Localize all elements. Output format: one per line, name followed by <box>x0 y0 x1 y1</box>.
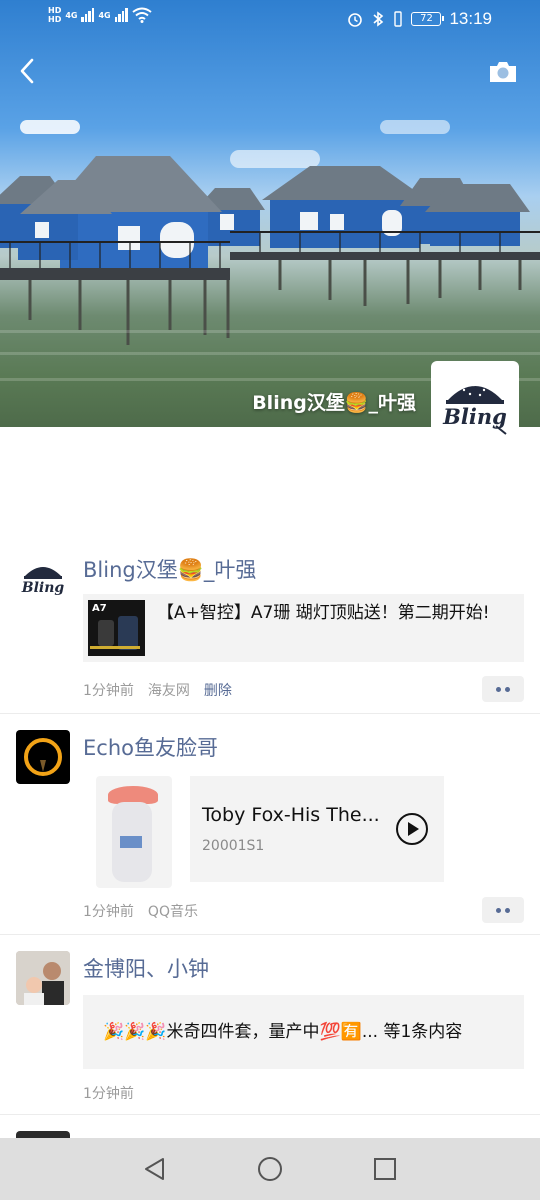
shared-content-text: 🎉🎉🎉米奇四件套，量产中💯🈶... 等1条内容 <box>103 1022 463 1042</box>
post-author[interactable]: Bling汉堡🍔_叶强 <box>83 554 256 584</box>
link-thumbnail: A7 <box>88 600 145 656</box>
nav-back-icon[interactable] <box>141 1155 169 1183</box>
hd-indicators: HD HD <box>48 6 61 24</box>
hd-indicator: HD <box>48 15 62 24</box>
post-time: 1分钟前 <box>83 904 134 920</box>
nav-recents-icon[interactable] <box>371 1155 399 1183</box>
post-author[interactable]: Echo鱼友脸哥 <box>83 732 218 762</box>
moments-feed: Bling Bling汉堡🍔_叶强 A7 【A+智控】A7珊 瑚灯顶贴送！第二期… <box>0 540 540 1155</box>
avatar[interactable] <box>16 951 70 1005</box>
family-photo-avatar <box>16 951 70 1005</box>
hd-indicator: HD <box>48 6 62 15</box>
link-title: 【A+智控】A7珊 瑚灯顶贴送！第二期开始! <box>157 603 490 623</box>
eclipse-avatar-image <box>24 738 62 776</box>
bluetooth-icon <box>373 11 384 27</box>
back-icon[interactable] <box>14 56 44 86</box>
avatar[interactable]: Bling <box>16 552 70 606</box>
status-left: HD HD 4G 4G <box>48 6 152 24</box>
water-ripple <box>0 330 540 333</box>
comment-more-button[interactable] <box>482 897 524 923</box>
post-meta: 1分钟前 QQ音乐 <box>83 901 198 921</box>
alarm-icon <box>348 13 363 27</box>
feed-post: Bling Bling汉堡🍔_叶强 A7 【A+智控】A7珊 瑚灯顶贴送！第二期… <box>0 540 540 714</box>
camera-icon[interactable] <box>488 60 518 84</box>
music-subtitle: 20001S1 <box>202 838 265 854</box>
feed-post: 金博阳、小钟 🎉🎉🎉米奇四件套，量产中💯🈶... 等1条内容 1分钟前 <box>0 935 540 1115</box>
bling-logo: Bling <box>442 383 507 435</box>
post-time: 1分钟前 <box>83 1086 134 1102</box>
clock: 13:19 <box>449 9 492 28</box>
signal-icon <box>81 8 95 22</box>
water-ripple <box>0 352 540 355</box>
music-card[interactable]: Toby Fox-His The... 20001S1 <box>190 776 444 882</box>
phone-image <box>118 616 138 650</box>
color-strip <box>90 646 140 649</box>
shared-content-card[interactable]: 🎉🎉🎉米奇四件套，量产中💯🈶... 等1条内容 <box>83 995 524 1069</box>
music-title: Toby Fox-His The... <box>202 804 380 826</box>
post-meta: 1分钟前 <box>83 1083 134 1103</box>
music-cover-image <box>96 776 172 888</box>
nav-home-icon[interactable] <box>256 1155 284 1183</box>
vibrate-icon <box>394 11 403 27</box>
device-image <box>98 620 114 646</box>
feed-post: Echo鱼友脸哥 Toby Fox-His The... 20001S1 1分钟… <box>0 714 540 935</box>
signal-icon <box>114 8 128 22</box>
post-source[interactable]: 海友网 <box>148 680 190 700</box>
thumbnail-label: A7 <box>92 603 107 614</box>
play-icon[interactable] <box>395 812 429 846</box>
svg-text:Bling: Bling <box>21 580 65 596</box>
system-navigation-bar <box>0 1138 540 1200</box>
network-type: 4G <box>98 10 111 20</box>
comment-more-button[interactable] <box>482 676 524 702</box>
battery-icon: 72 <box>411 12 445 26</box>
status-right: 72 13:19 <box>347 9 492 29</box>
network-type: 4G <box>65 10 78 20</box>
wifi-icon <box>132 7 152 23</box>
post-source[interactable]: QQ音乐 <box>148 901 198 921</box>
shared-link-card[interactable]: A7 【A+智控】A7珊 瑚灯顶贴送！第二期开始! <box>83 594 524 662</box>
post-author[interactable]: 金博阳、小钟 <box>83 953 209 983</box>
cover-avatar[interactable]: Bling <box>431 361 519 449</box>
bling-logo: Bling <box>21 567 65 596</box>
svg-text:Bling: Bling <box>442 404 507 429</box>
status-bar: HD HD 4G 4G 72 13:19 <box>0 0 540 40</box>
cover-art-detail <box>120 836 142 848</box>
delete-link[interactable]: 删除 <box>204 680 232 700</box>
cover-user-name: Bling汉堡🍔_叶强 <box>252 392 416 414</box>
post-time: 1分钟前 <box>83 683 134 699</box>
avatar[interactable] <box>16 730 70 784</box>
post-meta: 1分钟前 海友网 删除 <box>83 680 232 700</box>
